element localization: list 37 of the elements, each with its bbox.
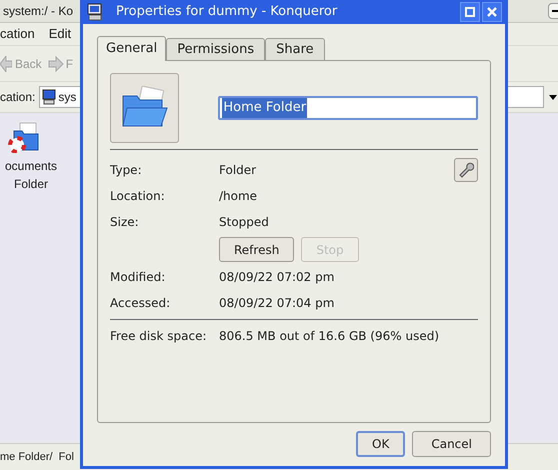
tab[interactable]: General bbox=[97, 36, 166, 61]
name-field[interactable]: Home Folder bbox=[218, 96, 478, 120]
dialog-button[interactable]: Cancel bbox=[412, 431, 491, 457]
wrench-button[interactable] bbox=[454, 158, 478, 182]
right-arrow-icon bbox=[48, 56, 64, 72]
close-icon bbox=[487, 7, 497, 17]
location-label: cation: bbox=[0, 89, 36, 106]
tab[interactable]: Share bbox=[265, 38, 325, 60]
menu-item[interactable]: cation bbox=[0, 24, 35, 44]
window-title: Properties for dummy - Konqueror bbox=[116, 3, 338, 22]
field-label: Type: bbox=[110, 162, 143, 179]
field-value: /home bbox=[219, 188, 258, 205]
field-label: Free disk space: bbox=[110, 328, 208, 345]
field-label: Size: bbox=[110, 214, 140, 231]
field-label: Location: bbox=[110, 188, 166, 205]
maximize-button[interactable] bbox=[460, 2, 480, 22]
wrench-icon bbox=[458, 162, 474, 178]
field-label: Modified: bbox=[110, 269, 166, 286]
field-value: 08/09/22 07:02 pm bbox=[219, 269, 336, 286]
field-label: Accessed: bbox=[110, 295, 172, 312]
maximize-icon bbox=[465, 7, 475, 17]
status-text: me Folder/ Fol bbox=[0, 450, 74, 465]
close-button[interactable] bbox=[482, 2, 502, 22]
folder-icon-button[interactable] bbox=[110, 73, 180, 143]
field-value: 806.5 MB out of 16.6 GB (96% used) bbox=[219, 328, 440, 345]
window-title: system:/ - Ko bbox=[3, 3, 74, 20]
computer-icon bbox=[42, 89, 56, 105]
icon-label[interactable]: ocuments Folder bbox=[0, 157, 62, 193]
computer-icon bbox=[86, 3, 104, 21]
tab[interactable]: Permissions bbox=[166, 38, 266, 60]
field-value: Stopped bbox=[219, 214, 270, 231]
size-button[interactable]: Refresh bbox=[219, 237, 294, 262]
dialog-button[interactable]: OK bbox=[356, 431, 406, 457]
field-value: Folder bbox=[219, 162, 258, 179]
folder-lifebuoy-icon[interactable] bbox=[8, 121, 40, 153]
field-value: 08/09/22 07:04 pm bbox=[219, 295, 336, 312]
menu-item[interactable]: Edit bbox=[48, 24, 72, 44]
